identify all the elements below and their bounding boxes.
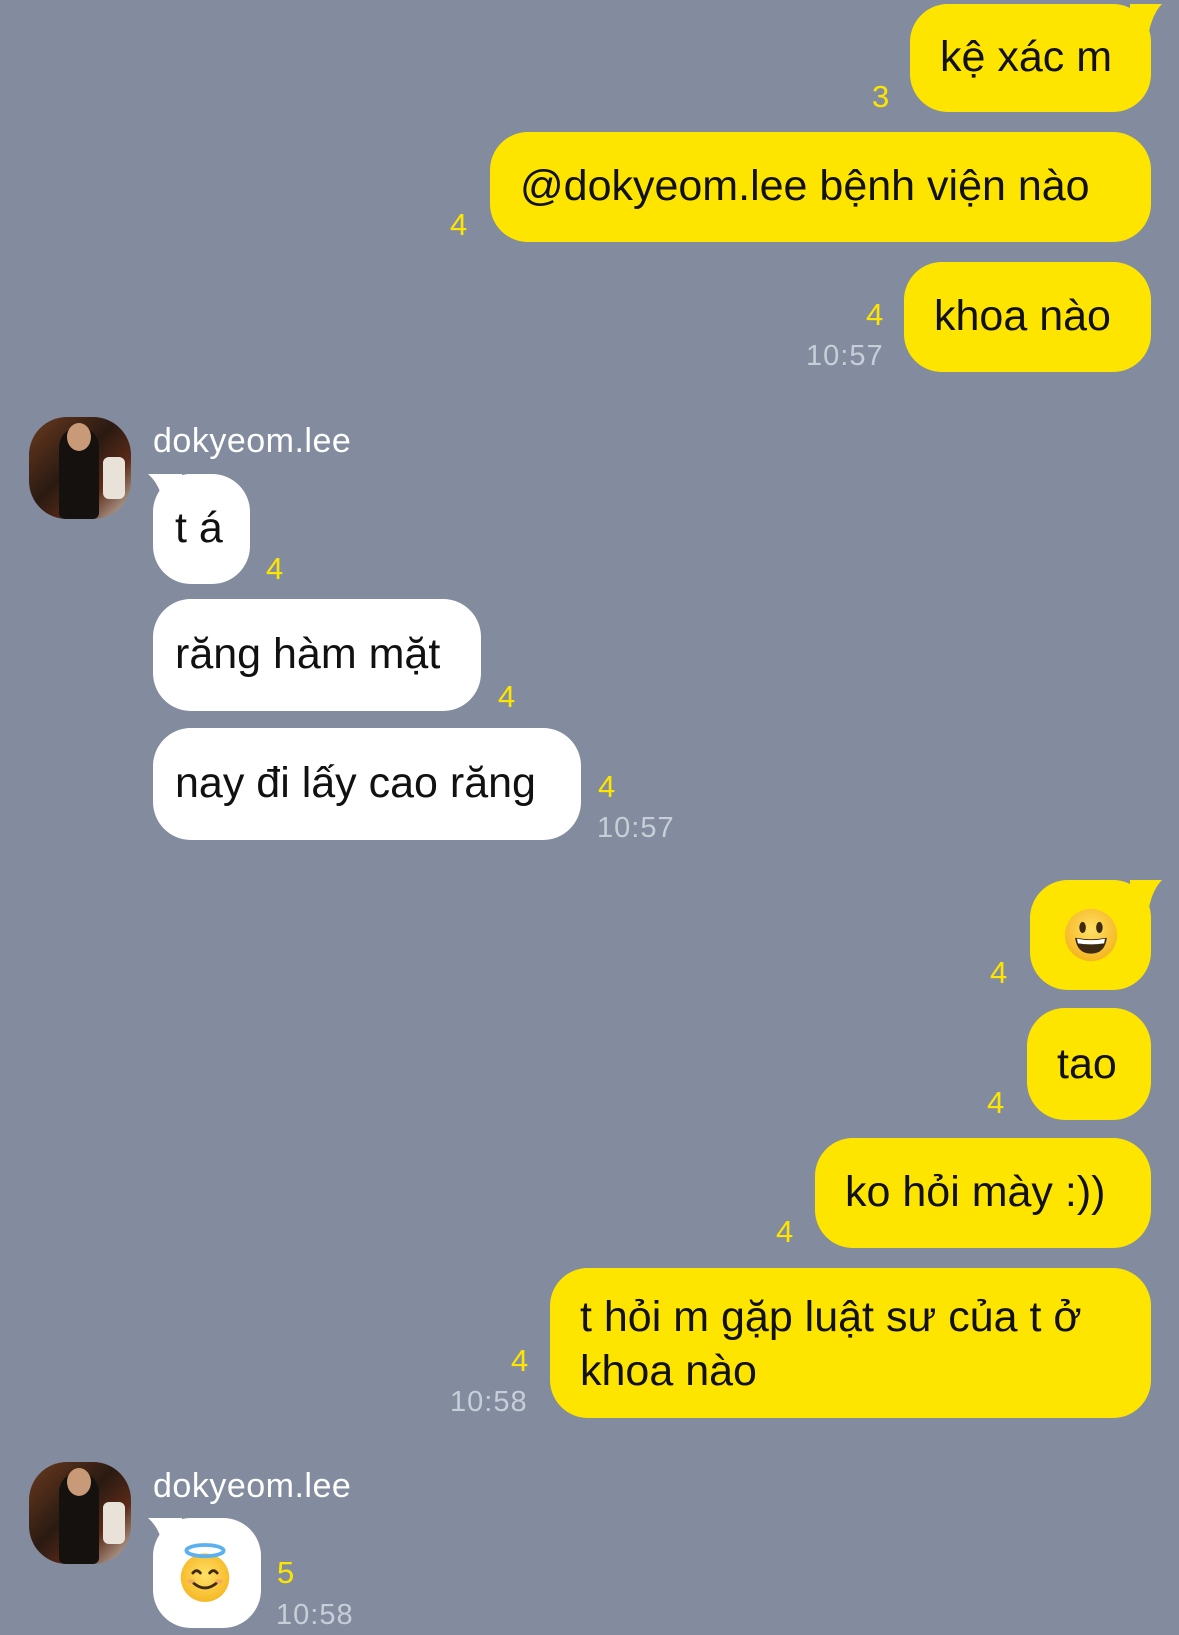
message-timestamp: 10:57 xyxy=(806,340,884,372)
unread-count: 4 xyxy=(598,769,616,804)
message-text: tao xyxy=(1057,1040,1117,1088)
unread-count: 4 xyxy=(498,679,516,714)
unread-count: 4 xyxy=(266,551,284,586)
message-bubble-incoming[interactable]: t á xyxy=(153,474,250,584)
message-bubble-outgoing[interactable]: khoa nào xyxy=(904,262,1151,372)
message-bubble-incoming[interactable]: răng hàm mặt xyxy=(153,599,481,711)
message-bubble-incoming[interactable] xyxy=(153,1518,261,1628)
message-text: kệ xác m xyxy=(940,33,1113,81)
unread-count: 4 xyxy=(776,1214,794,1249)
avatar[interactable] xyxy=(29,1462,131,1564)
message-text: nay đi lấy cao răng xyxy=(175,759,536,807)
avatar[interactable] xyxy=(29,417,131,519)
bubble-tail xyxy=(1130,880,1162,912)
message-text: t á xyxy=(175,504,223,552)
unread-count: 5 xyxy=(277,1555,295,1590)
grinning-face-icon xyxy=(1064,908,1118,962)
message-text: @dokyeom.lee bệnh viện nào xyxy=(520,162,1090,210)
smiling-face-with-halo-icon xyxy=(180,1543,230,1602)
message-bubble-outgoing[interactable]: tao xyxy=(1027,1008,1151,1120)
unread-count: 4 xyxy=(990,955,1008,990)
message-text: khoa nào xyxy=(934,292,1111,340)
sender-name: dokyeom.lee xyxy=(153,1467,352,1505)
message-text: ko hỏi mày :)) xyxy=(845,1168,1106,1216)
chat-area[interactable]: kệ xác m 3 @dokyeom.lee bệnh viện nào 4 … xyxy=(0,0,1179,1635)
message-text-line: t hỏi m gặp luật sư của t ở xyxy=(580,1293,1082,1341)
message-timestamp: 10:58 xyxy=(450,1386,528,1418)
message-timestamp: 10:57 xyxy=(597,812,675,844)
message-bubble-incoming[interactable]: nay đi lấy cao răng xyxy=(153,728,581,840)
message-text-line: khoa nào xyxy=(580,1347,757,1395)
bubble-tail xyxy=(1130,4,1162,36)
message-bubble-outgoing[interactable]: ko hỏi mày :)) xyxy=(815,1138,1151,1248)
message-timestamp: 10:58 xyxy=(276,1599,354,1631)
unread-count: 3 xyxy=(872,79,890,114)
unread-count: 4 xyxy=(866,297,884,332)
unread-count: 4 xyxy=(450,207,468,242)
sender-name: dokyeom.lee xyxy=(153,422,352,460)
message-bubble-outgoing[interactable]: t hỏi m gặp luật sư của t ở khoa nào xyxy=(550,1268,1151,1418)
message-text: răng hàm mặt xyxy=(175,630,441,678)
unread-count: 4 xyxy=(511,1343,529,1378)
message-bubble-outgoing[interactable]: @dokyeom.lee bệnh viện nào xyxy=(490,132,1151,242)
unread-count: 4 xyxy=(987,1085,1005,1120)
message-bubble-outgoing[interactable]: kệ xác m xyxy=(910,4,1151,112)
